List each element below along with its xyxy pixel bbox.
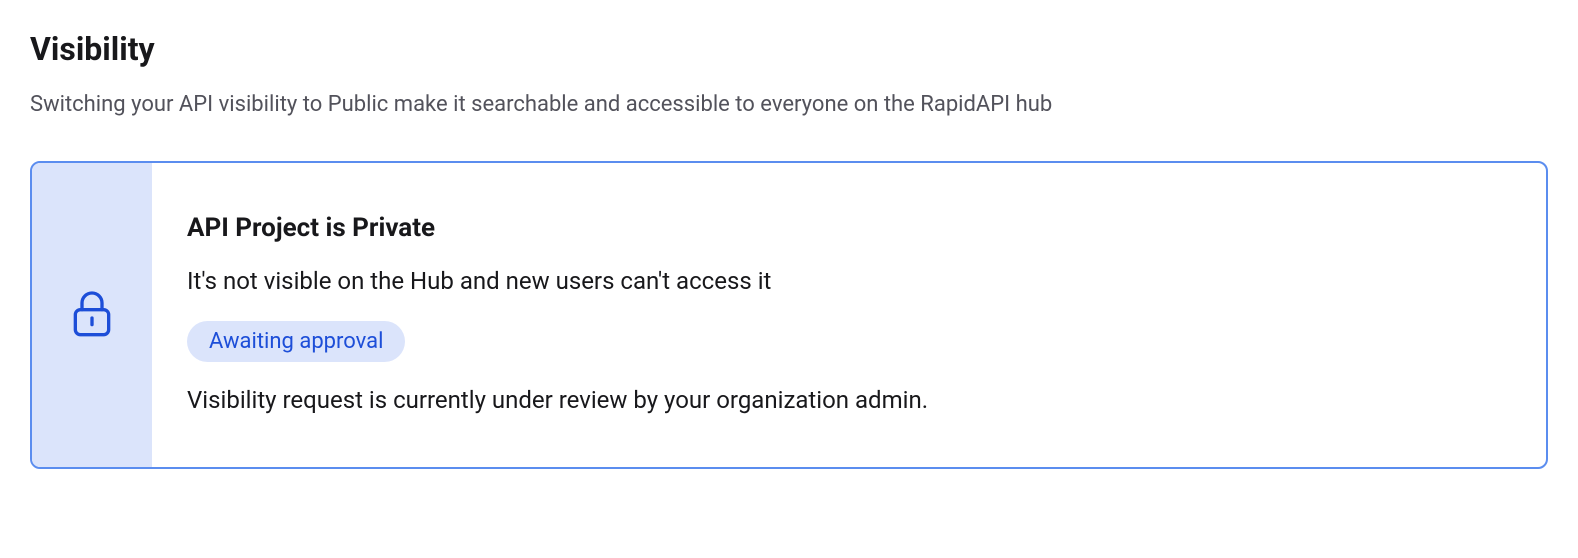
status-badge: Awaiting approval (187, 321, 405, 362)
card-content: API Project is Private It's not visible … (152, 163, 963, 467)
card-icon-section (32, 163, 152, 467)
section-description: Switching your API visibility to Public … (30, 88, 1548, 121)
section-title: Visibility (30, 30, 1548, 68)
card-subtitle: It's not visible on the Hub and new user… (187, 265, 928, 299)
card-title: API Project is Private (187, 213, 928, 243)
visibility-card: API Project is Private It's not visible … (30, 161, 1548, 469)
lock-icon (72, 289, 112, 341)
card-note: Visibility request is currently under re… (187, 384, 928, 418)
